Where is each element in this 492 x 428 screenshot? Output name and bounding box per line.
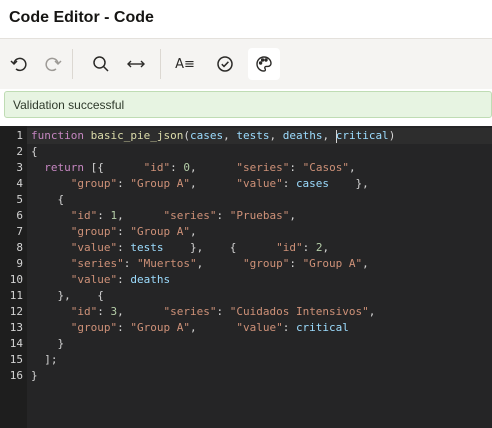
dialog-header: Code Editor - Code — [0, 0, 492, 38]
theme-palette-icon — [256, 56, 272, 72]
search-icon — [93, 56, 109, 72]
code-line: } — [31, 369, 38, 382]
text-cursor — [335, 130, 337, 143]
line-number: 6 — [16, 209, 23, 222]
line-number: 8 — [16, 241, 23, 254]
line-number: 12 — [9, 305, 23, 318]
validation-status-banner: Validation successful — [4, 91, 492, 118]
search-button[interactable] — [85, 48, 117, 80]
line-number: 1 — [16, 129, 23, 142]
editor-toolbar: A≡ — [0, 38, 492, 89]
line-number: 10 — [9, 273, 23, 286]
undo-button[interactable] — [3, 48, 35, 80]
code-line: return [{ "id": 0, "series": "Casos", — [44, 161, 356, 174]
dialog-title: Code Editor - Code — [9, 9, 154, 26]
line-number: 2 — [16, 145, 23, 158]
toolbar-divider — [72, 49, 73, 79]
code-line: "value": tests }, { "id": 2, — [70, 241, 330, 254]
code-line: { — [31, 193, 65, 206]
undo-icon — [10, 57, 27, 72]
line-number: 7 — [16, 225, 23, 238]
format-button[interactable]: A≡ — [169, 48, 201, 80]
code-line: "group": "Group A", "value": critical — [70, 321, 349, 334]
line-number: 5 — [16, 193, 23, 206]
code-editor[interactable]: 1 function basic_pie_json(cases, tests, d… — [0, 126, 492, 428]
line-number: 13 — [9, 321, 23, 334]
validate-check-icon — [217, 56, 233, 72]
code-line: "group": "Group A", — [70, 225, 197, 238]
code-line: function basic_pie_json(cases, tests, de… — [31, 129, 396, 142]
line-number: 15 — [9, 353, 23, 366]
code-line: "value": deaths — [70, 273, 171, 286]
line-number: 14 — [9, 337, 23, 350]
toolbar-divider — [160, 49, 161, 79]
redo-button[interactable] — [37, 48, 69, 80]
replace-button[interactable] — [120, 48, 152, 80]
code-line: } — [31, 337, 65, 350]
code-line: "id": 1, "series": "Pruebas", — [70, 209, 296, 222]
line-number: 11 — [9, 289, 23, 302]
line-number: 9 — [16, 257, 23, 270]
code-line: "id": 3, "series": "Cuidados Intensivos"… — [70, 305, 376, 318]
line-number: 4 — [16, 177, 23, 190]
code-line: }, { — [31, 289, 104, 302]
code-line: { — [31, 145, 38, 158]
line-number: 16 — [9, 369, 23, 382]
text-format-icon: A≡ — [175, 56, 195, 72]
validate-button[interactable] — [209, 48, 241, 80]
code-line: "series": "Muertos", "group": "Group A", — [70, 257, 369, 270]
code-line: ]; — [31, 353, 58, 366]
validation-status-message: Validation successful — [13, 98, 125, 112]
code-line: "group": "Group A", "value": cases }, — [70, 177, 369, 190]
theme-button[interactable] — [248, 48, 280, 80]
replace-arrows-icon — [127, 60, 145, 68]
redo-icon — [45, 57, 62, 72]
line-number: 3 — [16, 161, 23, 174]
